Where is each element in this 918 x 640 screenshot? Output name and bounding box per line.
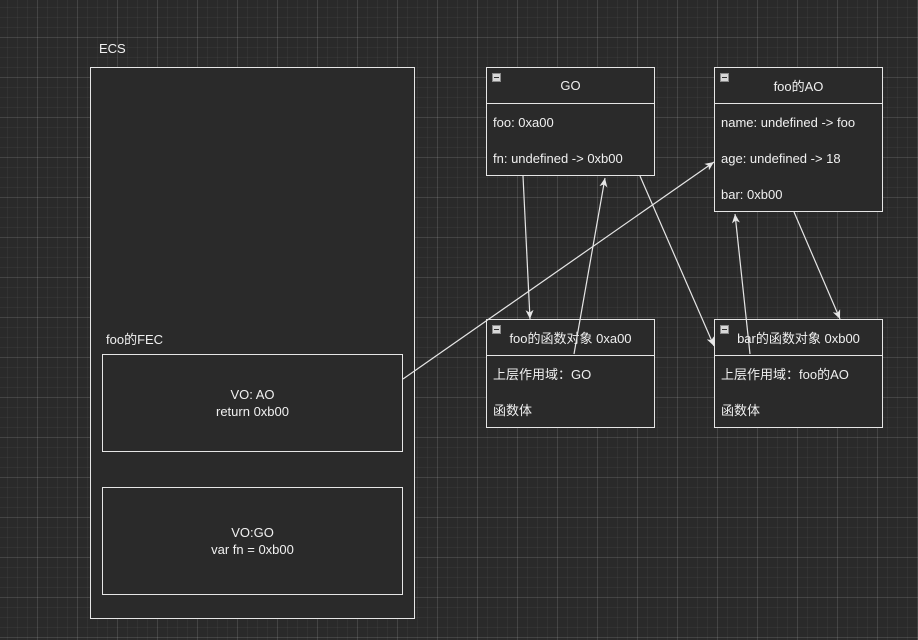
foo-ao-card[interactable]: foo的AO name: undefined -> foo age: undef… <box>714 67 883 212</box>
foo-func-card-title: foo的函数对象 0xa00 <box>509 331 632 346</box>
go-frame[interactable]: VO:GO var fn = 0xb00 <box>102 487 403 595</box>
ao-frame-return: return 0xb00 <box>216 404 289 419</box>
foo-ao-card-header: foo的AO <box>715 68 882 104</box>
foo-func-row-body: 函数体 <box>493 403 533 418</box>
arrow-foo-ao-bar-to-bar-func <box>793 211 841 320</box>
bar-func-card-header: bar的函数对象 0xb00 <box>715 320 882 356</box>
go-frame-var: var fn = 0xb00 <box>211 542 294 557</box>
go-row-fn: fn: undefined -> 0xb00 <box>493 151 623 166</box>
ecs-label: ECS <box>99 41 126 56</box>
ao-frame[interactable]: VO: AO return 0xb00 <box>102 354 403 452</box>
bar-func-row-body: 函数体 <box>721 403 761 418</box>
bar-func-card-title: bar的函数对象 0xb00 <box>737 331 860 346</box>
foo-func-card-header: foo的函数对象 0xa00 <box>487 320 654 356</box>
collapse-icon[interactable] <box>720 73 729 82</box>
go-row-foo: foo: 0xa00 <box>493 115 554 130</box>
fec-label: foo的FEC <box>106 332 164 347</box>
foo-ao-row-name: name: undefined -> foo <box>721 115 856 130</box>
foo-func-card[interactable]: foo的函数对象 0xa00 上层作用域：GO 函数体 <box>486 319 655 428</box>
arrow-go-foo-to-foo-func <box>522 175 534 320</box>
go-card-title: GO <box>560 78 581 93</box>
foo-ao-row-bar: bar: 0xb00 <box>721 187 783 202</box>
collapse-icon[interactable] <box>492 73 501 82</box>
go-card-header: GO <box>487 68 654 104</box>
ao-frame-vo: VO: AO <box>230 387 275 402</box>
go-frame-vo: VO:GO <box>231 525 274 540</box>
bar-func-row-scope: 上层作用域：foo的AO <box>721 367 849 382</box>
collapse-icon[interactable] <box>492 325 501 334</box>
foo-ao-card-title: foo的AO <box>773 79 824 94</box>
bar-func-card[interactable]: bar的函数对象 0xb00 上层作用域：foo的AO 函数体 <box>714 319 883 428</box>
go-card[interactable]: GO foo: 0xa00 fn: undefined -> 0xb00 <box>486 67 655 176</box>
collapse-icon[interactable] <box>720 325 729 334</box>
foo-ao-row-age: age: undefined -> 18 <box>721 151 841 166</box>
foo-func-row-scope: 上层作用域：GO <box>493 367 592 382</box>
